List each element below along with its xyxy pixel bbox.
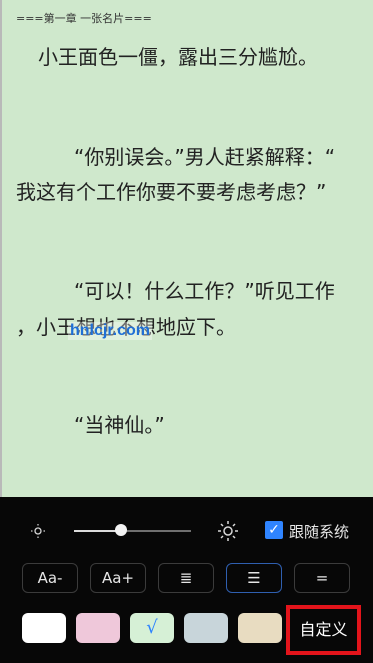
paragraph: “你别误会。”男人赶紧解释：“ (74, 145, 336, 169)
theme-white-swatch[interactable] (22, 613, 66, 643)
brightness-high-icon (218, 521, 238, 541)
theme-green-swatch[interactable]: √ (130, 613, 174, 643)
line-spacing-large-button[interactable]: = (294, 563, 350, 593)
brightness-slider-thumb[interactable] (114, 524, 127, 536)
brightness-slider-fill (74, 530, 121, 532)
line-spacing-small-button[interactable]: ≣ (158, 563, 214, 593)
theme-blue-gray-swatch[interactable] (184, 613, 228, 643)
font-increase-button[interactable]: Aa+ (90, 563, 146, 593)
reader-page[interactable]: ===第一章 一张名片=== 小王面色一僵，露出三分尴尬。 “你别误会。”男人赶… (0, 0, 373, 497)
follow-system-checkbox[interactable]: ✓ (265, 521, 283, 539)
paragraph: 小王面色一僵，露出三分尴尬。 (38, 45, 318, 69)
brightness-low-icon (31, 524, 45, 538)
theme-beige-swatch[interactable] (238, 613, 282, 643)
paragraph: “当神仙。” (74, 413, 165, 437)
selected-check-icon: √ (146, 617, 158, 638)
follow-system-label[interactable]: 跟随系统 (289, 521, 349, 542)
paragraph: “可以！什么工作？”听见工作 (74, 279, 335, 303)
line-spacing-medium-button[interactable]: ☰ (226, 563, 282, 593)
paragraph: 我这有个工作你要不要考虑考虑？” (16, 180, 327, 204)
theme-pink-swatch[interactable] (76, 613, 120, 643)
watermark: hnlcjr.com (68, 322, 153, 340)
custom-theme-button[interactable]: 自定义 (286, 605, 361, 655)
check-icon: ✓ (268, 522, 280, 538)
font-decrease-button[interactable]: Aa- (22, 563, 78, 593)
chapter-header: ===第一章 一张名片=== (16, 12, 152, 25)
